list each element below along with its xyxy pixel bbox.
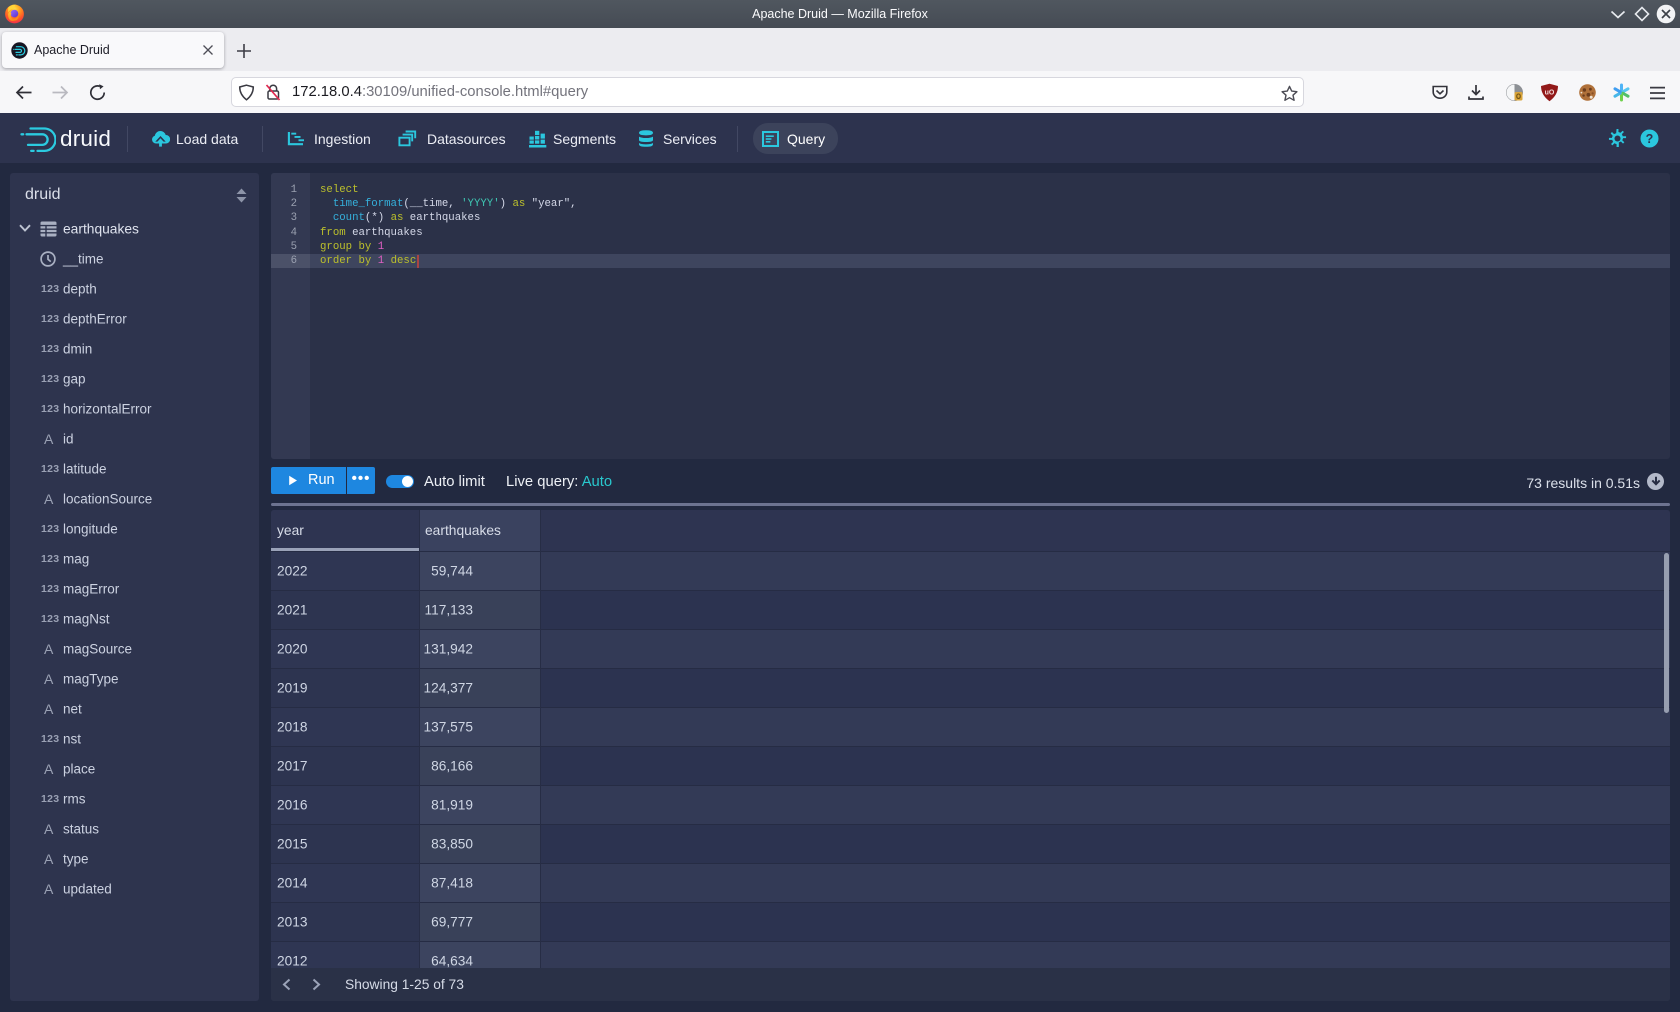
svg-text:?: ? [1646,132,1654,146]
svg-text:uO: uO [1545,90,1555,97]
